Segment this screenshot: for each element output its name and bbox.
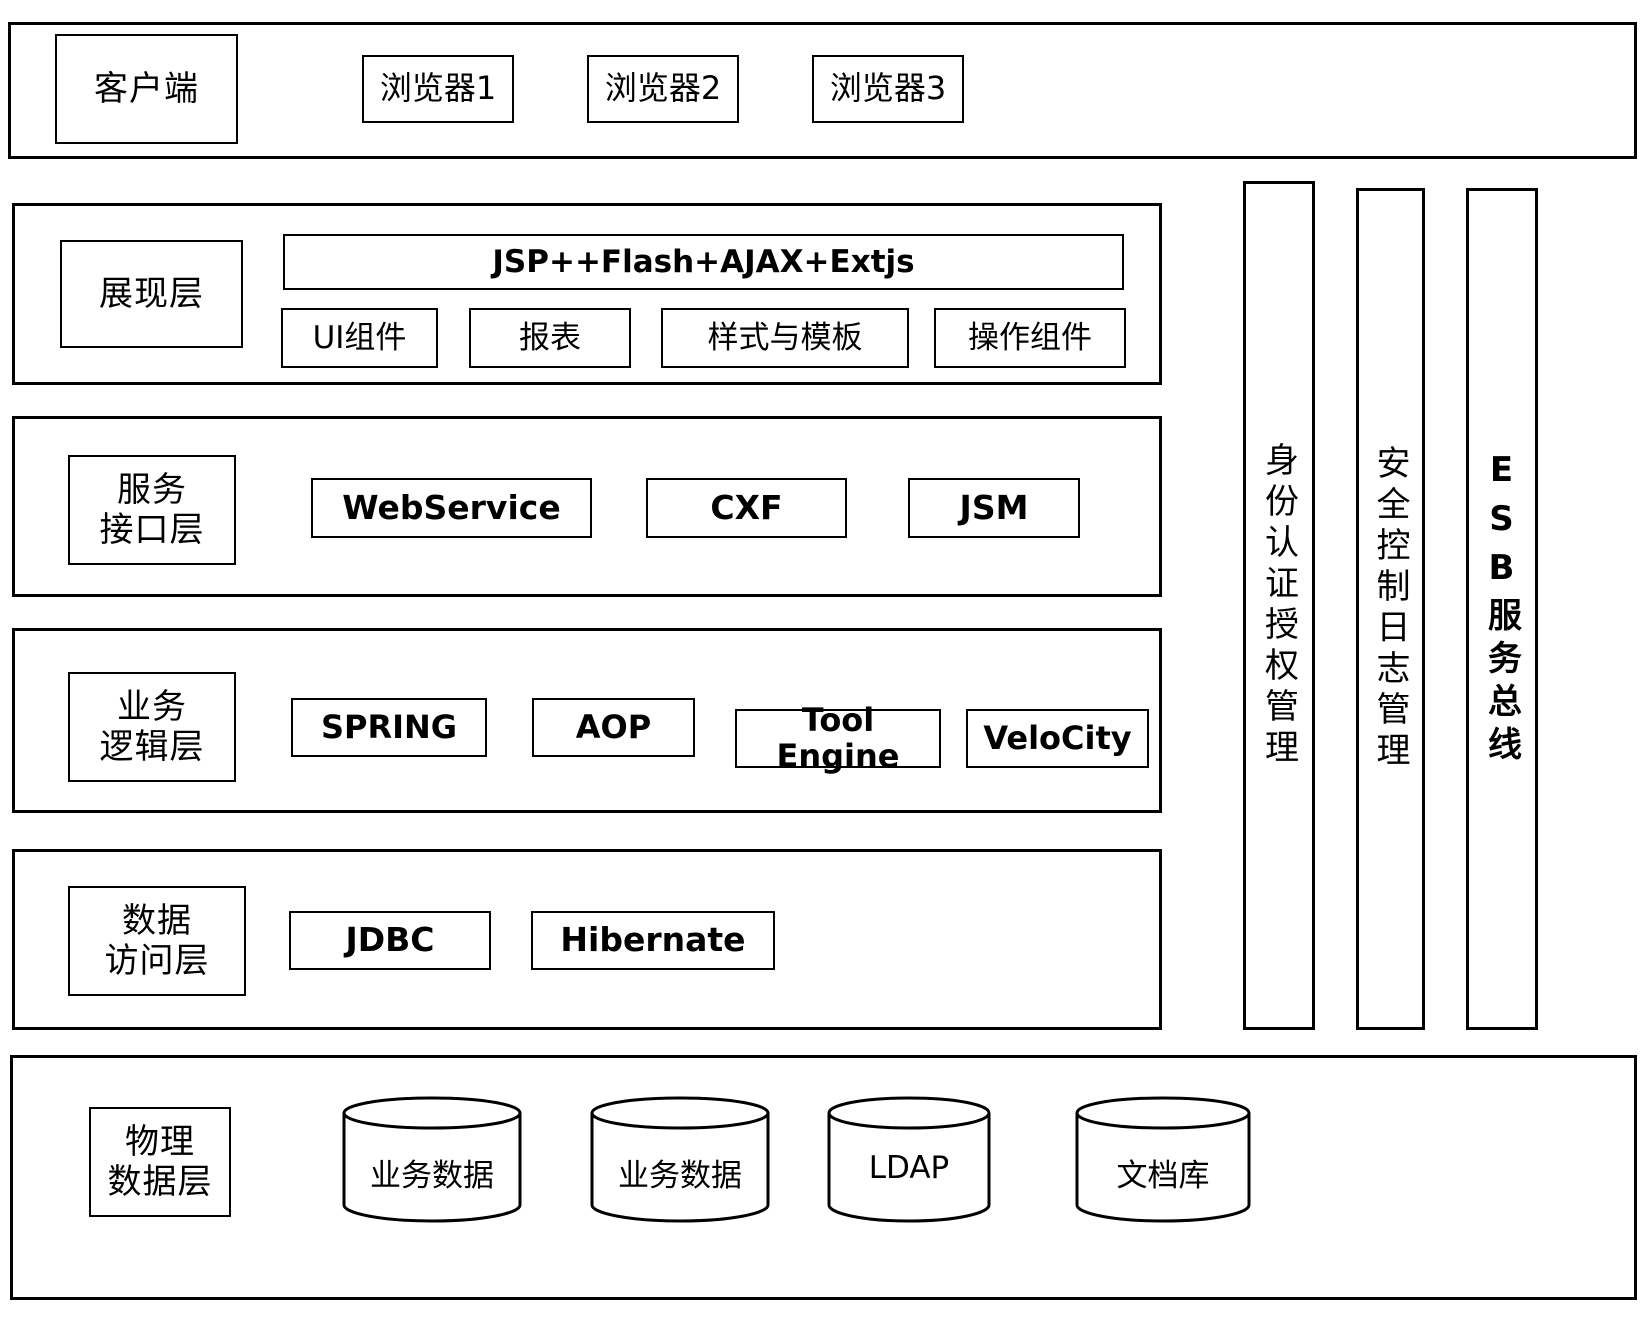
business-item-2-label: Tool Engine: [776, 700, 900, 775]
service-item-1-label: CXF: [710, 487, 783, 527]
presentation-banner-label: JSP++Flash+AJAX+Extjs: [492, 243, 915, 280]
browser-1-label: 浏览器1: [379, 69, 497, 108]
business-item-aop[interactable]: AOP: [532, 698, 695, 757]
presentation-item-style-template[interactable]: 样式与模板: [661, 308, 909, 368]
business-logic-label-line-1: 业务: [117, 686, 187, 727]
client-layer-label: 客户端: [55, 34, 238, 144]
business-item-tool-engine[interactable]: Tool Engine: [735, 702, 941, 773]
browser-3-label: 浏览器3: [829, 69, 947, 108]
business-item-3-label: VeloCity: [983, 718, 1132, 757]
presentation-item-1-label: 报表: [519, 319, 581, 356]
presentation-item-ui-component[interactable]: UI组件: [281, 308, 438, 368]
architecture-diagram: 客户端 浏览器1 浏览器2 浏览器3 展现层 JSP++Flash+AJAX+E…: [0, 0, 1649, 1321]
service-item-2-label: JSM: [959, 487, 1029, 527]
presentation-item-0-label: UI组件: [312, 319, 407, 356]
data-access-layer-label: 数据 访问层: [68, 886, 246, 996]
side-panel-identity[interactable]: 身份认证授权管理: [1243, 181, 1315, 1030]
datastore-3-label: 文档库: [1116, 1158, 1210, 1194]
datastore-business-data-2[interactable]: 业务数据: [588, 1095, 772, 1223]
business-item-spring[interactable]: SPRING: [291, 698, 487, 757]
service-item-cxf[interactable]: CXF: [646, 478, 847, 538]
side-panel-security-log[interactable]: 安全控制日志管理: [1356, 188, 1425, 1030]
service-item-0-label: WebService: [342, 487, 561, 527]
data-access-label-line-1: 数据: [122, 900, 192, 941]
data-access-label-line-2: 访问层: [104, 941, 210, 981]
presentation-item-3-label: 操作组件: [968, 319, 1092, 356]
presentation-item-report[interactable]: 报表: [469, 308, 631, 368]
presentation-layer-label: 展现层: [60, 240, 243, 348]
service-interface-label-line-1: 服务: [117, 469, 187, 510]
browser-2-box[interactable]: 浏览器2: [587, 55, 739, 123]
datastore-1-label: 业务数据: [618, 1158, 742, 1194]
presentation-item-operation-component[interactable]: 操作组件: [934, 308, 1126, 368]
datastore-document-repository[interactable]: 文档库: [1073, 1095, 1253, 1223]
side-panel-esb[interactable]: ESB服务总线: [1466, 188, 1538, 1030]
browser-2-label: 浏览器2: [604, 69, 722, 108]
presentation-item-2-label: 样式与模板: [707, 319, 863, 356]
datastore-2-label: LDAP: [868, 1150, 950, 1186]
physical-data-label-line-2: 数据层: [107, 1162, 213, 1202]
browser-3-box[interactable]: 浏览器3: [812, 55, 964, 123]
service-interface-label-line-2: 接口层: [99, 510, 205, 550]
physical-data-layer-container: [10, 1055, 1637, 1300]
side-panel-identity-label: 身份认证授权管理: [1258, 441, 1299, 770]
client-layer-label-text: 客户端: [94, 68, 199, 109]
browser-1-box[interactable]: 浏览器1: [362, 55, 514, 123]
presentation-layer-label-text: 展现层: [99, 273, 204, 314]
service-interface-layer-label: 服务 接口层: [68, 455, 236, 565]
service-item-jsm[interactable]: JSM: [908, 478, 1080, 538]
data-access-item-hibernate[interactable]: Hibernate: [531, 911, 775, 970]
physical-data-layer-label: 物理 数据层: [89, 1107, 231, 1217]
business-logic-layer-label: 业务 逻辑层: [68, 672, 236, 782]
data-access-item-0-label: JDBC: [345, 920, 435, 960]
datastore-ldap[interactable]: LDAP: [825, 1095, 993, 1223]
datastore-0-label: 业务数据: [370, 1158, 494, 1194]
data-access-item-1-label: Hibernate: [560, 920, 746, 960]
datastore-business-data-1[interactable]: 业务数据: [340, 1095, 524, 1223]
data-access-item-jdbc[interactable]: JDBC: [289, 911, 491, 970]
side-panel-security-log-label: 安全控制日志管理: [1370, 445, 1410, 773]
business-logic-label-line-2: 逻辑层: [99, 727, 205, 767]
side-panel-esb-label: ESB服务总线: [1481, 449, 1522, 769]
business-item-velocity[interactable]: VeloCity: [966, 709, 1149, 768]
physical-data-label-line-1: 物理: [125, 1121, 195, 1162]
business-item-1-label: AOP: [575, 707, 652, 746]
business-item-0-label: SPRING: [320, 707, 458, 746]
service-item-webservice[interactable]: WebService: [311, 478, 592, 538]
presentation-banner-box[interactable]: JSP++Flash+AJAX+Extjs: [283, 234, 1124, 290]
